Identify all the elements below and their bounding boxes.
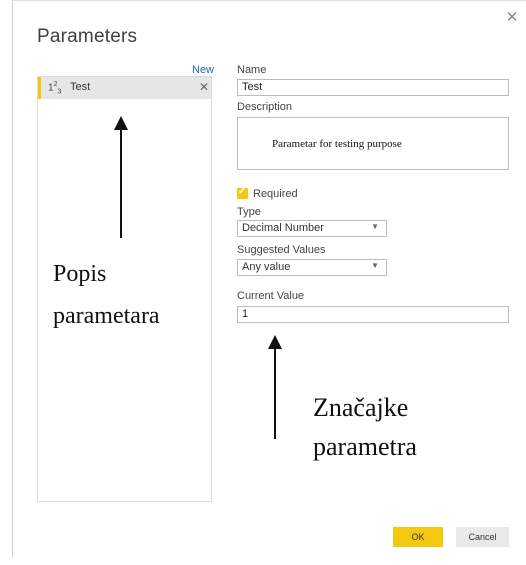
suggested-values-select[interactable]: Any value ▼ <box>237 259 387 276</box>
annotation-arrow-line <box>274 347 276 439</box>
chevron-down-icon: ▼ <box>371 222 379 231</box>
close-icon[interactable]: ✕ <box>504 10 520 26</box>
annotation-props-line1: Značajke <box>313 393 409 422</box>
delete-icon[interactable]: ✕ <box>199 80 209 94</box>
chevron-down-icon: ▼ <box>371 261 379 270</box>
name-input[interactable]: Test <box>237 79 509 96</box>
current-value-label: Current Value <box>237 290 305 302</box>
name-label: Name <box>237 64 267 76</box>
current-value-input[interactable]: 1 <box>237 306 509 323</box>
description-input[interactable]: Parametar for testing purpose <box>237 117 509 170</box>
description-label: Description <box>237 101 293 113</box>
new-parameter-link[interactable]: New <box>192 64 214 76</box>
annotation-arrow-line <box>120 128 122 238</box>
type-select[interactable]: Decimal Number ▼ <box>237 220 387 237</box>
parameter-list-item-label: Test <box>70 81 91 93</box>
dialog-title: Parameters <box>37 26 138 47</box>
type-select-value: Decimal Number <box>242 222 324 234</box>
dialog-left-border <box>12 0 13 558</box>
ok-button[interactable]: OK <box>393 527 443 547</box>
dialog-top-border <box>12 0 526 1</box>
annotation-props-line2: parametra <box>313 432 417 461</box>
parameter-list: 123 Test ✕ <box>37 76 212 502</box>
description-text: Parametar for testing purpose <box>272 138 402 150</box>
required-checkbox[interactable]: ✓ <box>237 186 248 199</box>
annotation-list-line1: Popis <box>53 261 107 287</box>
parameter-list-item[interactable]: 123 Test ✕ <box>38 77 211 99</box>
suggested-values-select-value: Any value <box>242 261 291 273</box>
number-type-icon: 123 <box>48 81 62 96</box>
check-icon: ✓ <box>238 186 247 197</box>
type-label: Type <box>237 206 261 218</box>
annotation-list-line2: parametara <box>53 303 160 329</box>
suggested-values-label: Suggested Values <box>237 244 326 256</box>
cancel-button[interactable]: Cancel <box>456 527 509 547</box>
required-label: Required <box>253 188 298 200</box>
